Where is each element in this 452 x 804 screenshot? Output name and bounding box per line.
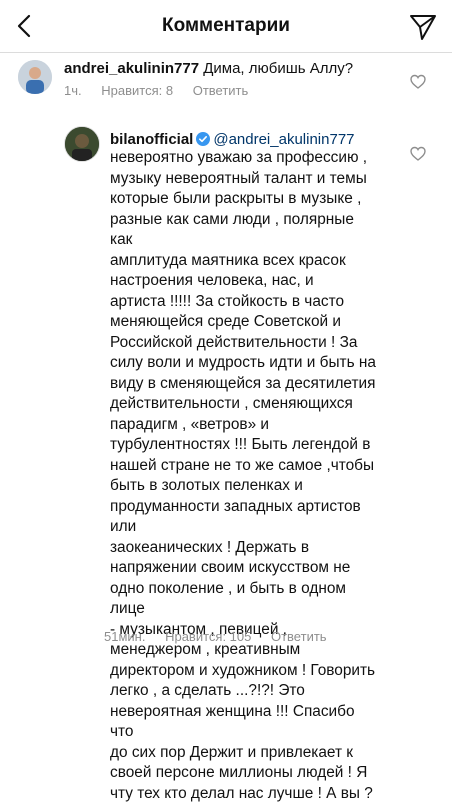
verified-badge-icon bbox=[196, 132, 211, 146]
comment-meta: 51мин. Нравится: 105 Ответить bbox=[104, 629, 343, 644]
avatar[interactable] bbox=[64, 126, 100, 162]
avatar[interactable] bbox=[18, 60, 52, 94]
reply-button[interactable]: Ответить bbox=[271, 629, 327, 644]
header: Комментарии bbox=[0, 0, 452, 53]
likes-count[interactable]: Нравится: 8 bbox=[101, 83, 173, 98]
comment-username[interactable]: bilanofficial bbox=[110, 131, 193, 148]
heart-icon[interactable] bbox=[410, 146, 426, 162]
mention-link[interactable]: @andrei_akulinin777 bbox=[213, 131, 354, 148]
avatar-image-icon bbox=[65, 127, 99, 161]
comment-text: andrei_akulinin777 Дима, любишь Аллу? bbox=[64, 60, 404, 78]
reply-header: bilanofficial @andrei_akulinin777 bbox=[110, 131, 410, 149]
avatar-image-icon bbox=[18, 60, 52, 94]
heart-icon[interactable] bbox=[410, 74, 426, 90]
page-title: Комментарии bbox=[162, 15, 290, 36]
comment-username[interactable]: andrei_akulinin777 bbox=[64, 60, 199, 77]
comment-body: Дима, любишь Аллу? bbox=[203, 60, 354, 77]
comment-time: 1ч. bbox=[64, 83, 82, 98]
comment-meta: 1ч. Нравится: 8 Ответить bbox=[64, 83, 264, 98]
send-direct-icon[interactable] bbox=[408, 12, 438, 42]
likes-count[interactable]: Нравится: 105 bbox=[165, 629, 251, 644]
reply-button[interactable]: Ответить bbox=[193, 83, 249, 98]
comment-time: 51мин. bbox=[104, 629, 146, 644]
comment-body: невероятно уважаю за профессию , музыку … bbox=[110, 149, 376, 802]
